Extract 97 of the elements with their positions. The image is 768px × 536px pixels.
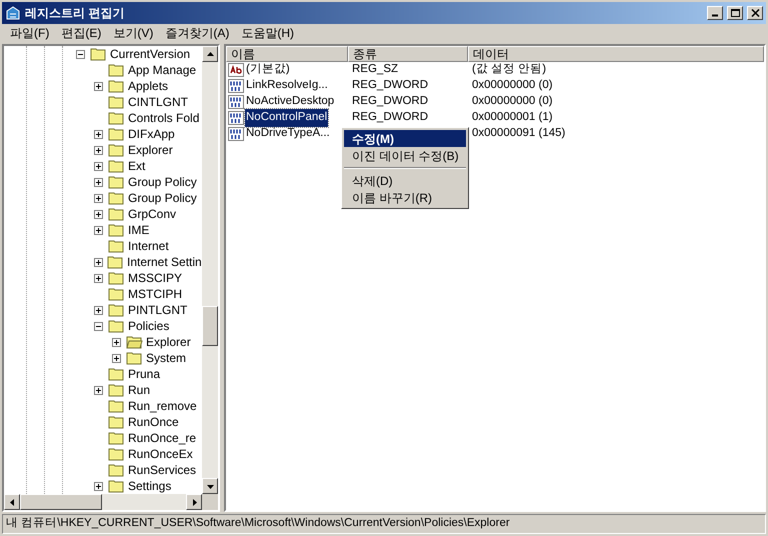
tree-item[interactable]: Run_remove [127,397,198,415]
value-name[interactable]: LinkResolveIg... [245,77,329,95]
expand-icon[interactable] [94,82,103,90]
column-header[interactable]: 이름 [226,46,348,62]
expand-icon[interactable] [94,274,103,282]
value-name[interactable]: NoActiveDesktop [245,93,336,111]
menu-item[interactable]: 파일(F) [4,24,56,42]
arrow-icon [8,498,16,506]
expand-icon[interactable] [94,130,103,138]
expand-icon[interactable] [94,146,103,154]
tree-item[interactable]: Explorer [127,141,174,159]
column-header[interactable]: 데이터 [468,46,764,62]
menu-item[interactable]: 편집(E) [55,24,108,42]
value-name[interactable]: (기본값) [245,61,291,79]
expand-icon[interactable] [94,482,103,490]
tree-item[interactable]: CurrentVersion [109,46,192,63]
expand-icon[interactable] [94,386,103,394]
tree-item[interactable]: Settings [127,477,172,494]
table-cell-text: 0x00000091 (145) [471,126,566,142]
scroll-down-button[interactable] [202,478,218,494]
window-title: 레지스트리 편집기 [25,5,126,22]
tree-item[interactable]: App Manage [127,61,198,79]
binary-value-icon [228,111,244,125]
scroll-up-button[interactable] [202,46,218,62]
tree-item[interactable]: Policies [127,317,170,335]
expand-icon[interactable] [94,258,103,266]
table-cell-text: REG_DWORD [352,110,428,126]
tree-item[interactable]: MSTCIPH [127,285,183,303]
registry-icon [5,5,21,21]
status-text: 내 컴퓨터\HKEY_CURRENT_USER\Software\Microsoft\Windows\CurrentVersion\Policies\Explorer [6,516,510,532]
tree-item[interactable]: Internet Settin [126,253,202,271]
context-menu-item[interactable]: 삭제(D) [344,172,466,189]
menu-item[interactable]: 보기(V) [107,24,160,42]
tree-item[interactable]: Controls Fold [127,109,200,127]
tree-item[interactable]: PINTLGNT [127,301,188,319]
tree-item[interactable]: RunOnce [127,413,180,431]
context-menu-item[interactable]: 수정(M) [344,130,466,147]
tree-item[interactable]: Group Policy [127,189,198,207]
column-header[interactable]: 종류 [348,46,468,62]
tree-item[interactable]: Group Policy [127,173,198,191]
scroll-right-button[interactable] [186,494,202,510]
context-menu-item[interactable]: 이진 데이터 수정(B) [344,147,466,164]
tree-item[interactable]: Explorer [145,333,192,351]
maximize-icon [730,9,740,17]
expand-icon[interactable] [112,354,121,362]
horizontal-scrollbar[interactable] [4,494,218,510]
value-name[interactable]: NoControlPanel [245,109,328,127]
table-cell-text: REG_DWORD [352,94,428,110]
arrow-icon [190,498,198,506]
arrow-icon [206,482,214,490]
table-cell-text: 0x00000001 (1) [471,110,554,126]
table-cell-text: (값 설정 안됨) [471,62,548,78]
expand-icon[interactable] [94,194,103,202]
binary-value-icon [228,95,244,109]
tree-item[interactable]: DIFxApp [127,125,176,143]
tree-item[interactable]: RunOnceEx [127,445,194,463]
expand-icon[interactable] [94,162,103,170]
collapse-icon[interactable] [76,50,85,58]
tree-item[interactable]: Pruna [127,365,162,383]
tree-item[interactable]: Ext [127,157,146,175]
table-cell-text: REG_SZ [352,62,398,78]
scroll-thumb[interactable] [20,494,102,510]
expand-icon[interactable] [94,226,103,234]
menu-item[interactable]: 즐겨찾기(A) [159,24,236,42]
minimize-button[interactable] [707,6,723,20]
close-button[interactable] [747,6,763,20]
menu-item[interactable]: 도움말(H) [235,24,300,42]
binary-value-icon [228,79,244,93]
arrow-icon [206,50,214,58]
expand-icon[interactable] [112,338,121,346]
table-cell-text: 0x00000000 (0) [471,94,554,110]
vertical-scrollbar[interactable] [202,46,218,494]
maximize-button[interactable] [727,6,743,20]
string-value-icon [228,63,244,77]
tree-item[interactable]: Run [127,381,152,399]
table-cell-text: REG_DWORD [352,78,428,94]
table-cell-text: 0x00000000 (0) [471,78,554,94]
tree-item[interactable]: RunOnce_re [127,429,198,447]
scroll-thumb[interactable] [202,306,218,346]
binary-value-icon [228,127,244,141]
expand-icon[interactable] [94,210,103,218]
close-icon [750,9,760,17]
tree-item[interactable]: RunServices [127,461,198,479]
expand-icon[interactable] [94,178,103,186]
tree-item[interactable]: GrpConv [127,205,178,223]
context-menu-item[interactable]: 이름 바꾸기(R) [344,189,466,206]
tree-item[interactable]: Applets [127,77,170,95]
expand-icon[interactable] [94,306,103,314]
tree-item[interactable]: CINTLGNT [127,93,189,111]
tree-item[interactable]: Internet [127,237,170,255]
collapse-icon[interactable] [94,322,103,330]
scrollbar-corner [202,494,218,510]
tree-item[interactable]: IME [127,221,150,239]
tree-item[interactable]: MSSCIPY [127,269,184,287]
value-name[interactable]: NoDriveTypeA... [245,125,331,143]
scroll-left-button[interactable] [4,494,20,510]
tree-item[interactable]: System [145,349,188,367]
